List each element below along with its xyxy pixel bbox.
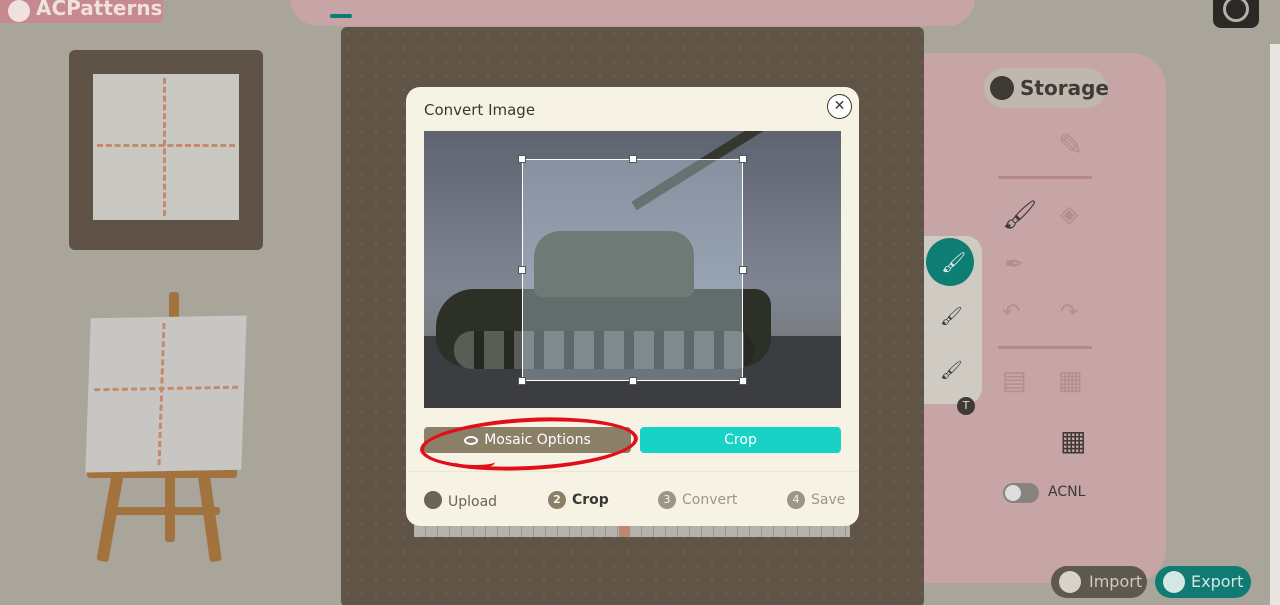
divider bbox=[998, 176, 1092, 179]
import-icon bbox=[1059, 571, 1081, 593]
guide-line-v bbox=[157, 322, 166, 466]
brush-icon[interactable]: 🖌 bbox=[1002, 198, 1038, 231]
circle-icon bbox=[1223, 0, 1249, 22]
acnl-toggle[interactable] bbox=[1003, 483, 1039, 503]
guide-line-h bbox=[97, 144, 235, 147]
brush-icon: 🖌 bbox=[941, 250, 967, 274]
palette-indicator bbox=[330, 14, 352, 18]
step-save[interactable]: 4 Save bbox=[787, 491, 845, 509]
divider bbox=[998, 346, 1092, 349]
acnl-toggle-label: ACNL bbox=[1048, 484, 1086, 500]
pencil-icon[interactable]: ✎ bbox=[1058, 128, 1083, 163]
guide-line-v bbox=[163, 78, 166, 216]
step-label: Crop bbox=[572, 492, 609, 508]
step-number: 4 bbox=[787, 491, 805, 509]
grid-icon[interactable]: ▦ bbox=[1060, 424, 1086, 457]
crop-handle-nw[interactable] bbox=[518, 155, 526, 163]
crop-handle-n[interactable] bbox=[629, 155, 637, 163]
brand-label: ACPatterns bbox=[36, 0, 163, 20]
redo-icon[interactable]: ↷ bbox=[1060, 300, 1078, 325]
close-button[interactable]: ✕ bbox=[827, 94, 852, 119]
crop-handle-s[interactable] bbox=[629, 377, 637, 385]
pencil-icon bbox=[424, 491, 442, 509]
undo-icon[interactable]: ↶ bbox=[1002, 300, 1020, 325]
pattern-preview-card[interactable] bbox=[69, 50, 263, 250]
logo-icon bbox=[8, 0, 30, 22]
qr-code-icon[interactable]: ▦ bbox=[1058, 366, 1083, 396]
guide-line-h bbox=[94, 385, 239, 392]
crop-handle-ne[interactable] bbox=[739, 155, 747, 163]
step-label: Save bbox=[811, 492, 846, 508]
canvas-preview[interactable] bbox=[85, 315, 247, 473]
brush-medium-icon[interactable]: 🖌 bbox=[940, 306, 963, 327]
list-icon[interactable]: ▤ bbox=[1002, 366, 1027, 396]
menu-toggle-button[interactable] bbox=[1213, 0, 1259, 28]
export-button[interactable]: Export bbox=[1155, 566, 1251, 598]
fill-bucket-icon[interactable]: ◈ bbox=[1060, 200, 1078, 228]
modal-title: Convert Image bbox=[424, 101, 536, 119]
crop-handle-w[interactable] bbox=[518, 266, 526, 274]
step-label: Upload bbox=[448, 494, 498, 510]
easel-crossbar bbox=[105, 507, 220, 515]
import-label: Import bbox=[1089, 572, 1143, 591]
crop-image-area[interactable] bbox=[424, 131, 841, 408]
import-button[interactable]: Import bbox=[1051, 566, 1147, 598]
export-label: Export bbox=[1191, 572, 1244, 591]
storage-label: Storage bbox=[1020, 76, 1109, 100]
top-color-palette bbox=[290, 0, 975, 26]
crop-handle-sw[interactable] bbox=[518, 377, 526, 385]
close-icon: ✕ bbox=[833, 98, 846, 114]
pattern-preview bbox=[93, 74, 239, 220]
step-label: Convert bbox=[682, 492, 738, 508]
crop-handle-se[interactable] bbox=[739, 377, 747, 385]
eyedropper-icon[interactable]: ✒ bbox=[1004, 250, 1024, 278]
step-number: 3 bbox=[658, 491, 676, 509]
crop-button[interactable]: Crop bbox=[640, 427, 841, 453]
step-convert[interactable]: 3 Convert bbox=[658, 491, 737, 509]
step-upload[interactable]: Upload bbox=[424, 491, 497, 510]
scrollbar[interactable] bbox=[1270, 44, 1280, 605]
divider bbox=[406, 471, 859, 472]
text-tool-icon[interactable]: T bbox=[957, 397, 975, 415]
annotation-stroke bbox=[455, 455, 495, 469]
step-number: 2 bbox=[548, 491, 566, 509]
storage-icon bbox=[990, 76, 1014, 100]
toggle-knob bbox=[1005, 485, 1021, 501]
brush-small-icon[interactable]: 🖌 bbox=[940, 360, 963, 381]
save-icon bbox=[1163, 571, 1185, 593]
storage-button[interactable]: Storage bbox=[984, 68, 1109, 108]
pixel-grid[interactable] bbox=[414, 525, 850, 537]
step-crop[interactable]: 2 Crop bbox=[548, 491, 609, 509]
crop-selection-box[interactable] bbox=[518, 155, 747, 385]
crop-handle-e[interactable] bbox=[739, 266, 747, 274]
app-brand[interactable]: ACPatterns bbox=[0, 0, 163, 23]
grid-cell-marker bbox=[619, 525, 630, 537]
